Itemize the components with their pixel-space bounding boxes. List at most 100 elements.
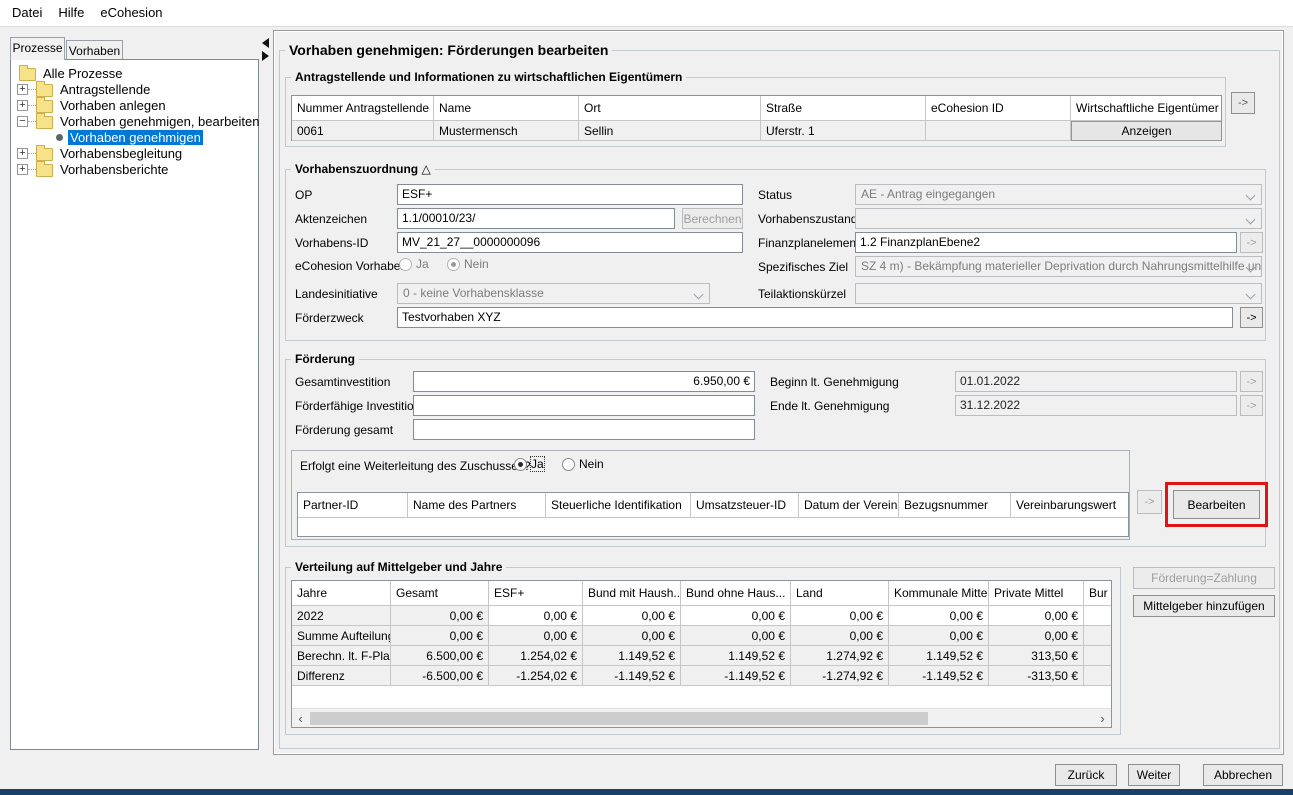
spezifisches-ziel-select[interactable]: SZ 4 m) - Bekämpfung materieller Depriva… <box>855 256 1262 277</box>
column-header[interactable]: Umsatzsteuer-ID <box>691 493 799 518</box>
column-header[interactable]: Datum der Verein... <box>799 493 899 518</box>
column-header[interactable]: Bund ohne Haus... <box>681 581 791 606</box>
tree-item-alle-prozesse[interactable]: Alle Prozesse <box>19 64 124 81</box>
chevron-down-icon <box>693 289 704 300</box>
aktenzeichen-field[interactable]: 1.1/00010/23/ <box>397 208 675 229</box>
cell-value[interactable]: 0,00 € <box>989 606 1084 626</box>
column-header[interactable]: Private Mittel <box>989 581 1084 606</box>
anzeigen-button[interactable]: Anzeigen <box>1071 121 1221 141</box>
cell-value[interactable]: 0,00 € <box>583 606 681 626</box>
application-window: Datei Hilfe eCohesion Prozesse Vorhaben … <box>0 0 1293 795</box>
column-header[interactable]: Gesamt <box>391 581 489 606</box>
foerderzweck-field[interactable]: Testvorhaben XYZ <box>397 307 1233 328</box>
applicants-detail-arrow-button[interactable]: -> <box>1231 92 1255 114</box>
menu-ecohesion[interactable]: eCohesion <box>92 0 170 26</box>
menu-hilfe[interactable]: Hilfe <box>50 0 92 26</box>
column-header[interactable]: eCohesion ID <box>926 96 1071 121</box>
collapse-icon[interactable]: − <box>17 115 28 127</box>
beginn-detail-arrow-button[interactable]: -> <box>1240 371 1263 392</box>
teilaktionskuerzel-select[interactable] <box>855 283 1262 304</box>
foerderzweck-detail-arrow-button[interactable]: -> <box>1240 307 1263 328</box>
finanzplanelement-detail-arrow-button[interactable]: -> <box>1240 232 1263 253</box>
tree-item-vorhaben-genehmigen-selected[interactable]: Vorhaben genehmigen <box>56 129 203 145</box>
tree-item-vorhaben-anlegen[interactable]: + Vorhaben anlegen <box>17 96 168 113</box>
vorhabenszustand-select[interactable] <box>855 208 1262 229</box>
vorhabens-id-field[interactable]: MV_21_27__0000000096 <box>397 232 743 253</box>
tree-item-antragstellende[interactable]: + Antragstellende <box>17 80 152 97</box>
tree-item-vorhaben-genehmigen-bearbeiten[interactable]: − Vorhaben genehmigen, bearbeiten <box>17 112 262 129</box>
column-header[interactable]: Land <box>791 581 889 606</box>
mittelgeber-row-2022[interactable]: 2022 0,00 € 0,00 € 0,00 € 0,00 € 0,00 € … <box>292 606 1111 626</box>
foerderung-gesamt-field[interactable] <box>413 419 755 440</box>
scroll-right-button[interactable]: › <box>1094 710 1111 727</box>
zurueck-button[interactable]: Zurück <box>1055 764 1117 786</box>
column-header[interactable]: Ort <box>579 96 761 121</box>
expand-icon[interactable]: + <box>17 83 28 95</box>
splitter-expand-right-icon[interactable] <box>262 51 269 61</box>
column-header[interactable]: Bund mit Haush... <box>583 581 681 606</box>
row-label: 2022 <box>292 606 391 626</box>
gesamtinvestition-field[interactable]: 6.950,00 € <box>413 371 755 392</box>
foerderung-legend: Förderung <box>291 352 359 366</box>
finanzplanelement-field[interactable]: 1.2 FinanzplanEbene2 <box>855 232 1237 253</box>
mittelgeber-row-summe[interactable]: Summe Aufteilung 0,00 € 0,00 € 0,00 € 0,… <box>292 626 1111 646</box>
column-header[interactable]: Vereinbarungswert <box>1011 493 1128 518</box>
column-header[interactable]: Steuerliche Identifikation <box>546 493 691 518</box>
ecohesion-ja-radio[interactable]: Ja <box>399 257 429 271</box>
column-header[interactable]: Jahre <box>292 581 391 606</box>
cell-value[interactable]: 0,00 € <box>681 606 791 626</box>
cell-value[interactable]: 0,00 € <box>791 606 889 626</box>
column-header[interactable]: Name des Partners <box>408 493 546 518</box>
bearbeiten-button[interactable]: Bearbeiten <box>1173 490 1260 519</box>
column-header[interactable]: Wirtschaftliche Eigentümer <box>1071 96 1221 121</box>
partner-detail-arrow-button[interactable]: -> <box>1137 490 1162 514</box>
splitter-collapse-left-icon[interactable] <box>262 38 269 48</box>
column-header[interactable]: ESF+ <box>489 581 583 606</box>
column-header[interactable]: Bur <box>1084 581 1111 606</box>
column-header[interactable]: Kommunale Mittel <box>889 581 989 606</box>
cell-value <box>1084 606 1111 626</box>
tab-prozesse[interactable]: Prozesse <box>10 37 65 60</box>
applicants-data-row[interactable]: 0061 Mustermensch Sellin Uferstr. 1 Anze… <box>292 121 1221 141</box>
landesinitiative-label: Landesinitiative <box>295 287 378 301</box>
expand-icon[interactable]: + <box>17 163 28 175</box>
ende-detail-arrow-button[interactable]: -> <box>1240 395 1263 416</box>
tree-item-vorhabensbegleitung[interactable]: + Vorhabensbegleitung <box>17 144 184 161</box>
abbrechen-button[interactable]: Abbrechen <box>1203 764 1283 786</box>
column-header[interactable]: Name <box>434 96 579 121</box>
ecohesion-nein-radio[interactable]: Nein <box>447 257 489 271</box>
menu-datei[interactable]: Datei <box>4 0 50 26</box>
column-header[interactable]: Straße <box>761 96 926 121</box>
expand-icon[interactable]: + <box>17 99 28 111</box>
foerderung-zahlung-button[interactable]: Förderung=Zahlung <box>1133 567 1275 589</box>
ende-genehmigung-label: Ende lt. Genehmigung <box>770 399 890 413</box>
cell-value[interactable]: 0,00 € <box>489 606 583 626</box>
foerderfaehige-investition-field[interactable] <box>413 395 755 416</box>
mittelgeber-row-berechnet[interactable]: Berechn. lt. F-Plan 6.500,00 € 1.254,02 … <box>292 646 1111 666</box>
tab-vorhaben[interactable]: Vorhaben <box>66 40 123 60</box>
weiter-button[interactable]: Weiter <box>1128 764 1180 786</box>
landesinitiative-select[interactable]: 0 - keine Vorhabensklasse <box>397 283 710 304</box>
scroll-left-button[interactable]: ‹ <box>292 710 309 727</box>
tree-item-vorhabensberichte[interactable]: + Vorhabensberichte <box>17 160 170 177</box>
status-select[interactable]: AE - Antrag eingegangen <box>855 184 1262 205</box>
cell-value <box>1084 626 1111 646</box>
scrollbar-thumb[interactable] <box>310 711 928 725</box>
expand-icon[interactable]: + <box>17 147 28 159</box>
cell-name: Mustermensch <box>434 121 579 141</box>
berechnen-button[interactable]: Berechnen <box>682 208 743 229</box>
mittelgeber-row-differenz[interactable]: Differenz -6.500,00 € -1.254,02 € -1.149… <box>292 666 1111 686</box>
weiterleitung-nein-radio[interactable]: Nein <box>562 457 604 471</box>
radio-icon <box>514 457 527 471</box>
cell-value: -1.254,02 € <box>489 666 583 686</box>
beginn-genehmigung-field[interactable]: 01.01.2022 <box>955 371 1237 392</box>
horizontal-scrollbar[interactable]: ‹ › <box>292 708 1111 727</box>
column-header[interactable]: Partner-ID <box>298 493 408 518</box>
column-header[interactable]: Nummer Antragstellende <box>292 96 434 121</box>
cell-value[interactable]: 0,00 € <box>889 606 989 626</box>
ende-genehmigung-field[interactable]: 31.12.2022 <box>955 395 1237 416</box>
weiterleitung-ja-radio[interactable]: Ja <box>514 456 545 472</box>
op-field[interactable]: ESF+ <box>397 184 743 205</box>
column-header[interactable]: Bezugsnummer <box>899 493 1011 518</box>
mittelgeber-hinzufuegen-button[interactable]: Mittelgeber hinzufügen <box>1133 595 1275 617</box>
